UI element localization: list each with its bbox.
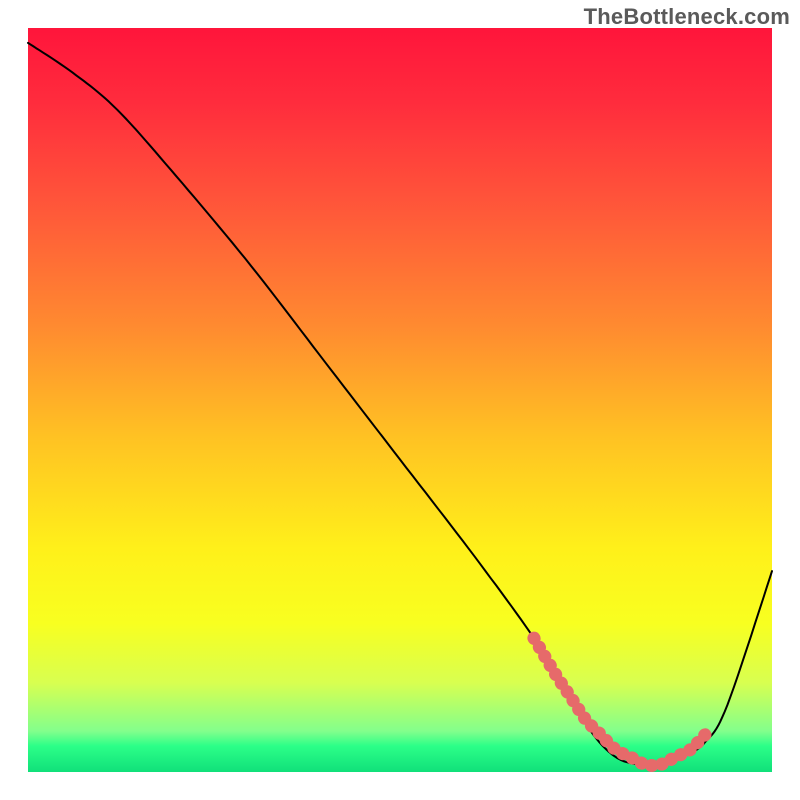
valley-marker [534,638,705,765]
chart-foreground [0,0,800,800]
bottleneck-curve [28,43,772,766]
watermark-text: TheBottleneck.com [584,4,790,30]
